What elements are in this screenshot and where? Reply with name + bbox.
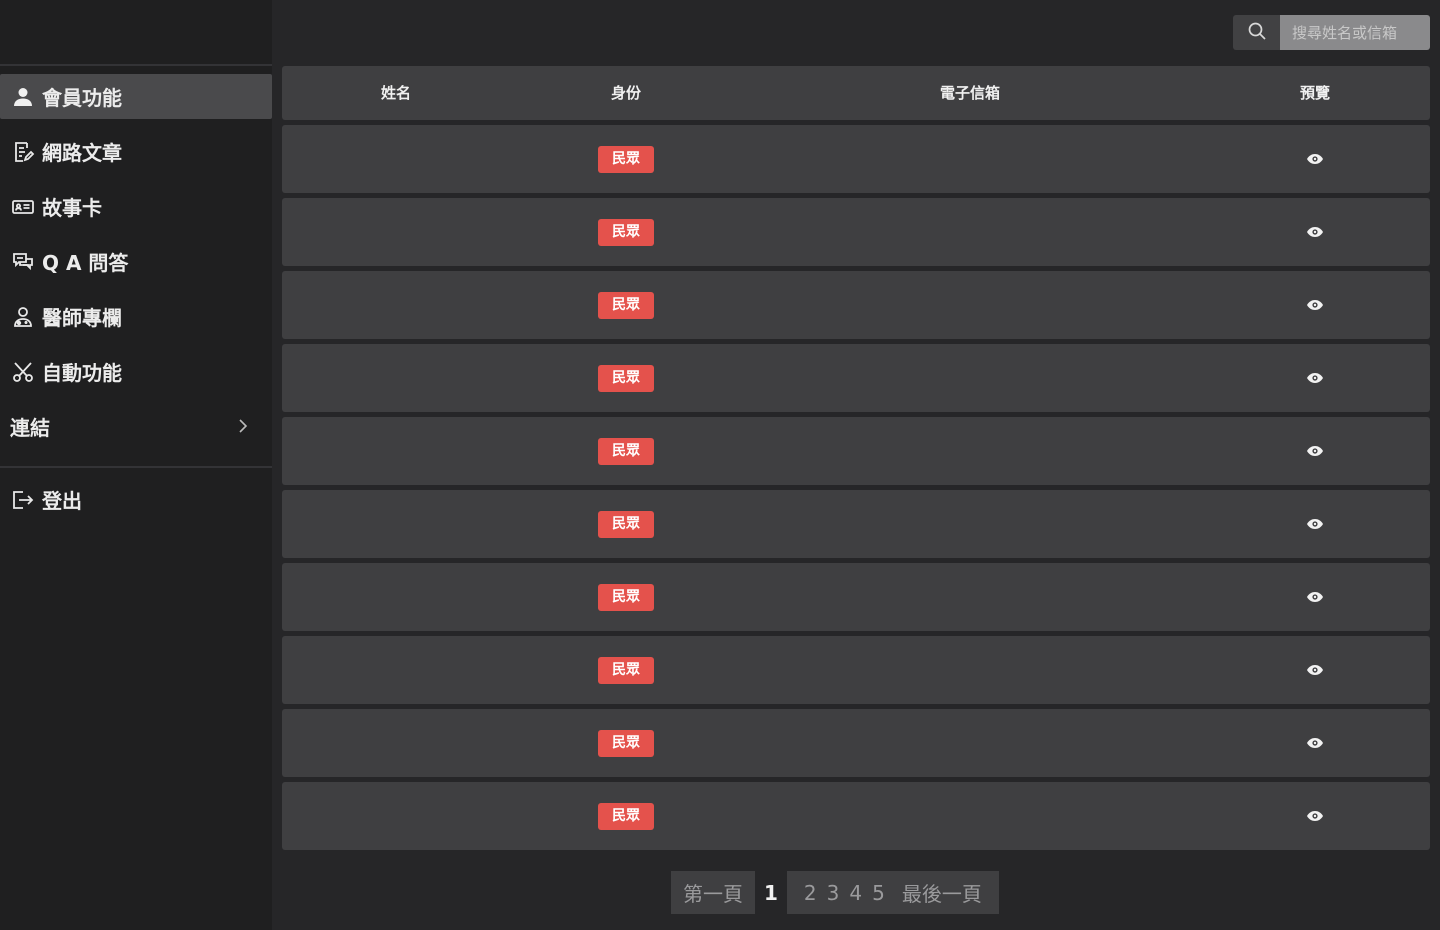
table-row: 民眾 (282, 417, 1430, 485)
sidebar-item-articles[interactable]: 網路文章 (0, 129, 272, 174)
page-link[interactable]: 5 (872, 881, 885, 905)
sidebar-item-qa[interactable]: Q A 問答 (0, 239, 272, 284)
chat-icon (10, 249, 36, 275)
article-icon (10, 139, 36, 165)
sidebar-item-label: 自動功能 (42, 361, 122, 385)
sidebar-item-story-cards[interactable]: 故事卡 (0, 184, 272, 229)
sidebar-item-label: 會員功能 (42, 86, 122, 110)
search-button[interactable] (1233, 15, 1280, 50)
table-row: 民眾 (282, 198, 1430, 266)
sidebar-item-label: 故事卡 (42, 196, 102, 220)
sidebar-item-label: 連結 (10, 416, 50, 440)
eye-icon[interactable] (1306, 297, 1324, 313)
eye-icon[interactable] (1306, 151, 1324, 167)
eye-icon[interactable] (1306, 443, 1324, 459)
role-badge: 民眾 (598, 730, 654, 757)
divider (0, 64, 272, 66)
role-badge: 民眾 (598, 584, 654, 611)
role-badge: 民眾 (598, 365, 654, 392)
sidebar-item-links[interactable]: 連結 (0, 404, 272, 449)
table-row: 民眾 (282, 344, 1430, 412)
eye-icon[interactable] (1306, 516, 1324, 532)
sidebar: 會員功能 網路文章 故事卡 Q A 問答 醫師專欄 自動功能 連結 登出 (0, 0, 272, 930)
first-page-button[interactable]: 第一頁 (671, 871, 755, 914)
role-badge: 民眾 (598, 146, 654, 173)
role-badge: 民眾 (598, 438, 654, 465)
last-page-button[interactable]: 最後一頁 (902, 878, 982, 907)
column-header-name: 姓名 (380, 84, 411, 102)
column-header-role: 身份 (610, 84, 641, 102)
role-badge: 民眾 (598, 292, 654, 319)
user-icon (10, 84, 36, 110)
table-header: 姓名 身份 電子信箱 預覽 (282, 66, 1430, 120)
sidebar-item-members[interactable]: 會員功能 (0, 74, 272, 119)
search-icon (1247, 21, 1267, 45)
page-link[interactable]: 2 (804, 881, 817, 905)
table-row: 民眾 (282, 563, 1430, 631)
search-bar (1233, 15, 1430, 50)
chevron-right-icon (236, 416, 250, 436)
eye-icon[interactable] (1306, 662, 1324, 678)
id-card-icon (10, 194, 36, 220)
role-badge: 民眾 (598, 511, 654, 538)
sidebar-item-label: 網路文章 (42, 141, 122, 165)
logout-label: 登出 (42, 489, 82, 513)
eye-icon[interactable] (1306, 224, 1324, 240)
logout-button[interactable]: 登出 (0, 477, 272, 522)
search-input[interactable] (1280, 15, 1430, 50)
role-badge: 民眾 (598, 657, 654, 684)
page-links: 2 3 4 5 最後一頁 (786, 871, 999, 914)
eye-icon[interactable] (1306, 808, 1324, 824)
table-row: 民眾 (282, 271, 1430, 339)
table-row: 民眾 (282, 125, 1430, 193)
doctor-icon (10, 304, 36, 330)
current-page[interactable]: 1 (755, 871, 787, 914)
table-row: 民眾 (282, 490, 1430, 558)
table-body: 民眾 民眾 民眾 民眾 民眾 民眾 民眾 民眾 民眾 民眾 (282, 125, 1430, 850)
column-header-email: 電子信箱 (939, 84, 1000, 102)
eye-icon[interactable] (1306, 370, 1324, 386)
column-header-preview: 預覽 (1299, 84, 1330, 102)
eye-icon[interactable] (1306, 589, 1324, 605)
sidebar-item-label: 醫師專欄 (42, 306, 122, 330)
members-table: 姓名 身份 電子信箱 預覽 民眾 民眾 民眾 民眾 民眾 民眾 民眾 民眾 民眾 民眾 (282, 66, 1430, 850)
scissors-icon (10, 359, 36, 385)
table-row: 民眾 (282, 782, 1430, 850)
pagination: 第一頁 1 2 3 4 5 最後一頁 (671, 871, 999, 914)
sidebar-item-doctors[interactable]: 醫師專欄 (0, 294, 272, 339)
role-badge: 民眾 (598, 803, 654, 830)
page-link[interactable]: 3 (827, 881, 840, 905)
eye-icon[interactable] (1306, 735, 1324, 751)
role-badge: 民眾 (598, 219, 654, 246)
page-link[interactable]: 4 (849, 881, 862, 905)
logout-icon (10, 487, 36, 513)
divider (0, 466, 272, 468)
table-row: 民眾 (282, 709, 1430, 777)
sidebar-item-label: Q A 問答 (42, 251, 129, 275)
table-row: 民眾 (282, 636, 1430, 704)
sidebar-item-automation[interactable]: 自動功能 (0, 349, 272, 394)
